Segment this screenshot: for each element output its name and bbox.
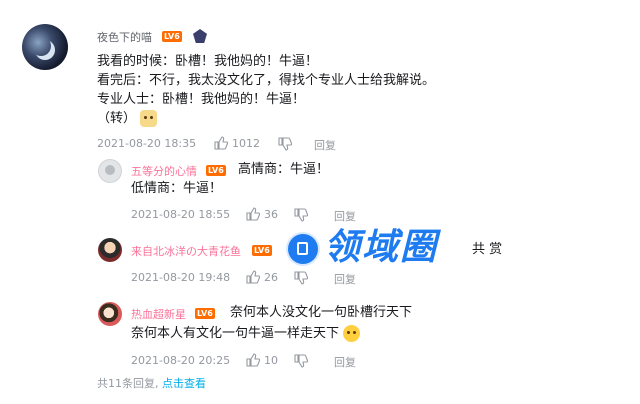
timestamp: 2021-08-20 19:48 — [131, 271, 231, 284]
avatar[interactable] — [98, 302, 122, 326]
comment-line: （转） — [97, 108, 158, 129]
comment-text: （转） — [97, 111, 137, 126]
level-badge: LV6 — [195, 308, 215, 319]
view-all-replies-link[interactable]: 点击查看 — [162, 377, 206, 390]
timestamp: 2021-08-20 20:25 — [131, 354, 231, 367]
reply-line: 奈何本人有文化一句牛逼一样走天下 — [131, 323, 361, 344]
reply-button[interactable]: 回复 — [334, 271, 356, 287]
like-count: 1012 — [232, 137, 260, 150]
thumbs-up-icon[interactable] — [246, 270, 260, 284]
thumbs-down-icon[interactable] — [294, 354, 308, 368]
reply-button[interactable]: 回复 — [334, 208, 356, 224]
thumbs-up-icon[interactable] — [214, 136, 228, 150]
like-count: 36 — [264, 208, 278, 221]
watermark: 领域圈 — [324, 227, 439, 268]
reply-text: 低情商：牛逼！ — [131, 181, 223, 196]
fan-badge-icon — [193, 29, 207, 43]
level-badge: LV6 — [206, 165, 226, 176]
timestamp: 2021-08-20 18:55 — [131, 208, 231, 221]
thumbs-down-icon[interactable] — [294, 208, 308, 222]
avatar[interactable] — [98, 159, 122, 183]
level-badge: LV6 — [252, 245, 272, 256]
like-count: 26 — [264, 271, 278, 284]
thumbs-up-icon[interactable] — [246, 207, 260, 221]
reply-text: 共 赏 — [472, 242, 503, 257]
watermark-logo-icon — [288, 234, 318, 264]
username[interactable]: 夜色下的喵 — [97, 29, 152, 45]
comment-line: 专业人士：卧槽！我他妈的！牛逼！ — [97, 92, 306, 107]
avatar[interactable] — [22, 24, 68, 70]
thumbs-down-icon[interactable] — [278, 137, 292, 151]
reply-text: 奈何本人没文化一句卧槽行天下 — [230, 305, 413, 320]
comment-thread: 夜色下的喵 LV6 我看的时候：卧槽！我他妈的！牛逼！ 看完后：不行，我太没文化… — [0, 0, 640, 404]
level-badge: LV6 — [162, 31, 182, 42]
smile-emoji-icon — [343, 325, 361, 342]
reply-count: 共11条回复, — [97, 377, 159, 390]
reply-button[interactable]: 回复 — [314, 137, 336, 153]
reply-text: 高情商：牛逼！ — [238, 162, 330, 177]
timestamp: 2021-08-20 18:35 — [97, 137, 197, 150]
thumbs-down-icon[interactable] — [294, 271, 308, 285]
username[interactable]: 来自北冰洋の大青花鱼 — [131, 243, 241, 259]
thumbs-up-icon[interactable] — [246, 353, 260, 367]
username[interactable]: 五等分的心情 — [131, 163, 197, 179]
username[interactable]: 热血超新星 — [131, 306, 186, 322]
dog-emoji-icon — [140, 110, 158, 127]
comment-line: 看完后：不行，我太没文化了，得找个专业人士给我解说。 — [97, 73, 436, 88]
replies-footer: 共11条回复, 点击查看 — [97, 375, 206, 391]
reply-text: 奈何本人有文化一句牛逼一样走天下 — [131, 326, 340, 341]
avatar[interactable] — [98, 238, 122, 262]
comment-line: 我看的时候：卧槽！我他妈的！牛逼！ — [97, 54, 319, 69]
like-count: 10 — [264, 354, 278, 367]
reply-button[interactable]: 回复 — [334, 354, 356, 370]
